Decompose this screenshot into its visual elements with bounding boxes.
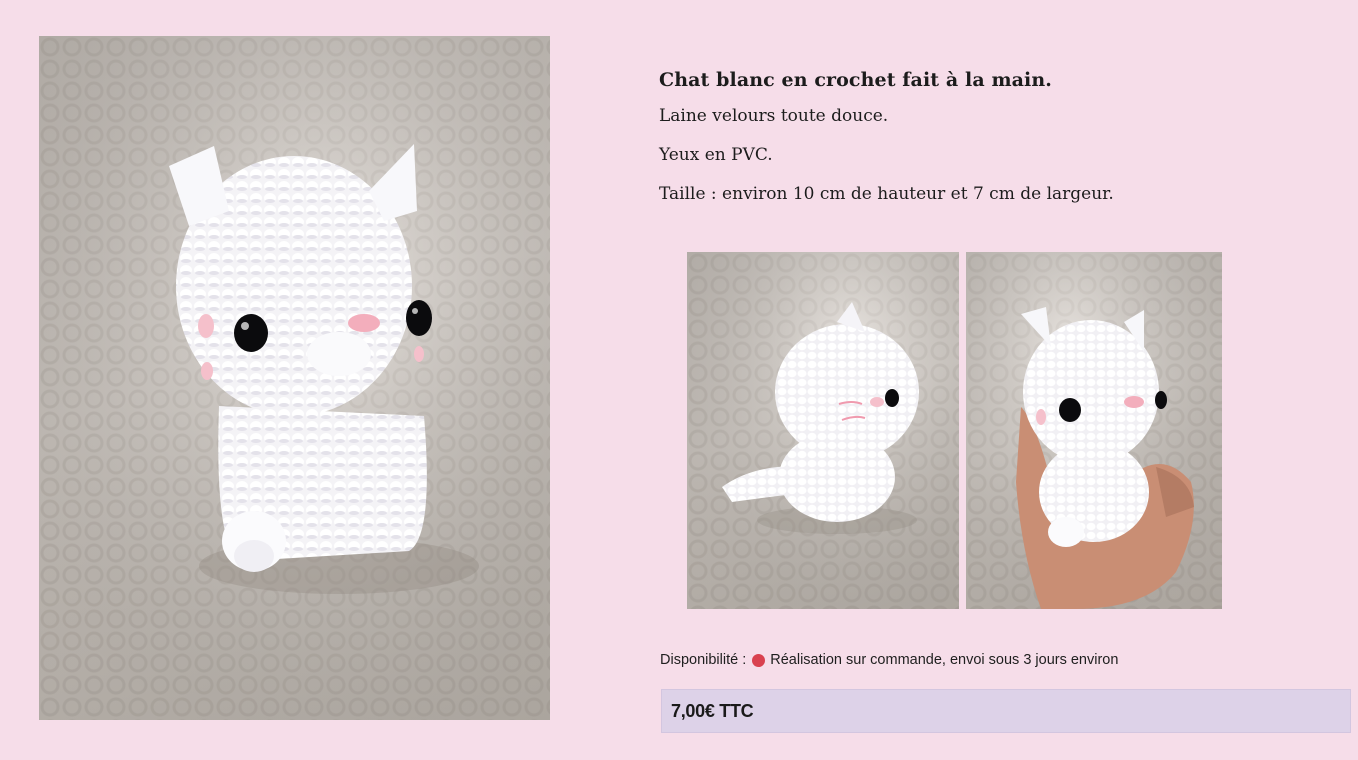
thumbnail-in-hand[interactable] — [966, 252, 1222, 609]
product-title: Chat blanc en crochet fait à la main. — [659, 69, 1053, 91]
crochet-cat-side-image — [687, 252, 959, 609]
availability-line: Disponibilité : Réalisation sur commande… — [660, 652, 1118, 668]
crochet-cat-front-image — [39, 36, 550, 720]
main-product-photo[interactable] — [39, 36, 550, 720]
material-text: Laine velours toute douce. — [659, 106, 889, 126]
thumbnail-side-view[interactable] — [687, 252, 959, 609]
price-box: 7,00€ TTC — [661, 689, 1351, 733]
eyes-text: Yeux en PVC. — [659, 145, 773, 165]
status-dot-icon — [752, 653, 766, 667]
size-text: Taille : environ 10 cm de hauteur et 7 c… — [659, 184, 1114, 204]
product-description: Chat blanc en crochet fait à la main. La… — [659, 66, 1339, 221]
crochet-cat-hand-image — [966, 252, 1222, 609]
availability-label: Disponibilité : — [660, 652, 747, 668]
price-value: 7,00€ TTC — [671, 700, 754, 721]
availability-status: Réalisation sur commande, envoi sous 3 j… — [770, 652, 1119, 668]
